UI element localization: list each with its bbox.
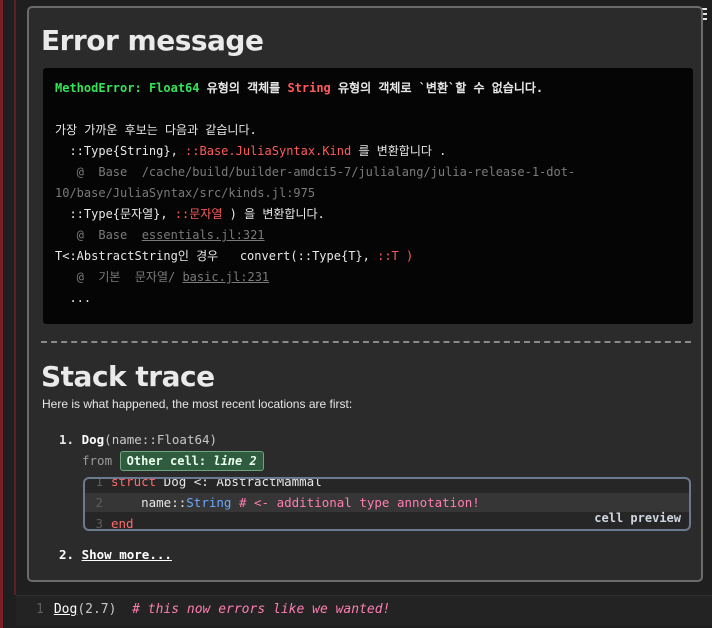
source-link[interactable]: essentials.jl:321	[142, 228, 265, 242]
source-link[interactable]: basic.jl:231	[182, 270, 269, 284]
error-line: MethodError: Float64 유형의 객체를 String 유형의 …	[55, 81, 544, 95]
frame-args: (name::Float64)	[104, 432, 218, 447]
error-message-box: MethodError: Float64 유형의 객체를 String 유형의 …	[43, 68, 693, 324]
candidate-1-location: @ Base /cache/build/builder-amdci5-7/jul…	[55, 165, 576, 179]
code-input-cell[interactable]: 1 Dog(2.7) # this now errors like we want…	[16, 595, 712, 626]
error-type-name: Float64	[148, 81, 200, 95]
more-candidates-ellipsis: ...	[55, 291, 92, 305]
stack-trace-subtitle: Here is what happened, the most recent l…	[42, 397, 353, 411]
stack-frame: 1. Dog(name::Float64) from Other cell: l…	[59, 430, 264, 472]
candidate-2-location: @ Base essentials.jl:321	[55, 228, 265, 242]
preview-line-highlighted: 2 name::String # <- additional type anno…	[85, 493, 689, 512]
preview-line: 1 struct Dog <: AbstractMammal	[95, 477, 322, 489]
frame-number: 1.	[59, 432, 75, 447]
error-output-panel: Error message MethodError: Float64 유형의 객…	[27, 6, 703, 582]
code-call: Dog	[53, 602, 78, 617]
cell-preview-label: cell preview	[594, 511, 681, 525]
show-more-link[interactable]: Show more...	[82, 547, 172, 562]
candidate-3-location: @ 기본 문자열/ basic.jl:231	[55, 270, 270, 284]
show-more-row: 2. Show more...	[59, 547, 172, 562]
code-comment: # this now errors like we wanted!	[116, 602, 391, 617]
frame-function: Dog	[81, 432, 105, 447]
code-args: (2.7)	[77, 602, 117, 617]
frame-from-label: from	[82, 453, 113, 468]
error-message-heading: Error message	[41, 24, 264, 57]
other-cell-link[interactable]: Other cell: line 2	[119, 451, 264, 471]
candidate-3: T<:AbstractString인 경우 convert(::Type{T},…	[55, 249, 414, 263]
show-more-number: 2.	[59, 547, 75, 562]
cell-preview[interactable]: 1 struct Dog <: AbstractMammal 2 name::St…	[83, 477, 691, 531]
candidate-1: ::Type{String}, ::Base.JuliaSyntax.Kind …	[55, 144, 447, 158]
error-type: MethodError:	[55, 81, 142, 95]
cell-error-border	[14, 0, 16, 595]
candidate-1-location-cont: 10/base/JuliaSyntax/src/kinds.jl:975	[55, 186, 316, 200]
candidates-heading: 가장 가까운 후보는 다음과 같습니다.	[55, 123, 257, 137]
candidate-2: ::Type{문자열}, ::문자열 ) 을 변환합니다.	[55, 207, 325, 221]
stack-trace-heading: Stack trace	[41, 360, 215, 393]
cell-error-indicator	[0, 0, 3, 628]
line-number: 1	[36, 602, 44, 617]
section-divider	[41, 341, 691, 343]
